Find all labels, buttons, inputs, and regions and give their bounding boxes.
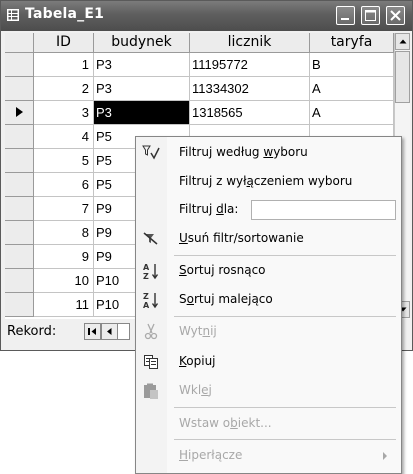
select-all-corner[interactable] xyxy=(5,33,34,53)
cell-licznik[interactable]: 1318565 xyxy=(190,101,310,125)
cell-id[interactable]: 10 xyxy=(34,269,94,293)
context-menu: Filtruj według wyboru Filtruj z wyłączen… xyxy=(135,136,402,474)
sort-ascending-icon: A Z xyxy=(143,263,159,280)
title-bar[interactable]: Tabela_E1 xyxy=(1,1,412,31)
column-header-id[interactable]: ID xyxy=(34,33,94,53)
cell-id[interactable]: 11 xyxy=(34,293,94,317)
filter-selection-icon xyxy=(142,145,160,160)
cell-id[interactable]: 2 xyxy=(34,77,94,101)
menu-separator xyxy=(174,439,396,440)
menu-separator xyxy=(174,316,396,317)
svg-text:A: A xyxy=(143,263,150,272)
menu-item-paste[interactable]: Wklej xyxy=(136,377,401,405)
svg-text:Z: Z xyxy=(143,292,149,301)
menu-separator xyxy=(174,255,396,256)
row-selector[interactable] xyxy=(5,53,34,77)
minimize-icon xyxy=(341,18,349,20)
record-label: Rekord: xyxy=(7,324,57,339)
cell-budynek[interactable]: P3 xyxy=(94,101,190,125)
datasheet-icon xyxy=(7,9,19,21)
maximize-icon xyxy=(365,10,376,21)
menu-item-sort-descending[interactable]: Z A Sortuj malejąco xyxy=(136,286,401,314)
scissors-icon xyxy=(144,323,158,340)
cell-licznik[interactable]: 11334302 xyxy=(190,77,310,101)
menu-item-hyperlink[interactable]: Hiperłącze xyxy=(136,442,401,470)
paste-icon xyxy=(144,383,158,399)
menu-separator xyxy=(174,407,396,408)
cell-budynek[interactable]: P3 xyxy=(94,53,190,77)
cell-id[interactable]: 8 xyxy=(34,221,94,245)
first-record-button[interactable] xyxy=(84,323,101,340)
cell-taryfa[interactable]: B xyxy=(310,53,394,77)
scroll-thumb[interactable] xyxy=(395,51,410,103)
column-header-budynek[interactable]: budynek xyxy=(94,33,190,53)
sort-descending-icon: Z A xyxy=(143,292,159,309)
cell-id[interactable]: 7 xyxy=(34,197,94,221)
previous-record-icon xyxy=(107,328,112,335)
scroll-up-button[interactable] xyxy=(395,33,410,50)
cell-id[interactable]: 9 xyxy=(34,245,94,269)
svg-text:A: A xyxy=(143,301,150,309)
submenu-arrow-icon xyxy=(383,452,387,460)
minimize-button[interactable] xyxy=(336,6,355,25)
menu-item-filter-excluding-selection[interactable]: Filtruj z wyłączeniem wyboru xyxy=(136,168,401,196)
row-selector[interactable] xyxy=(5,221,34,245)
row-selector[interactable] xyxy=(5,245,34,269)
copy-icon xyxy=(144,355,158,369)
menu-item-sort-ascending[interactable]: A Z Sortuj rosnąco xyxy=(136,257,401,285)
row-selector[interactable] xyxy=(5,125,34,149)
cell-id[interactable]: 6 xyxy=(34,173,94,197)
window-title: Tabela_E1 xyxy=(25,6,105,22)
menu-item-cut[interactable]: Wytnij xyxy=(136,318,401,346)
maximize-button[interactable] xyxy=(361,6,380,25)
menu-item-filter-for: Filtruj dla: xyxy=(136,196,401,224)
cell-taryfa[interactable]: A xyxy=(310,101,394,125)
menu-item-filter-by-selection[interactable]: Filtruj według wyboru xyxy=(136,139,401,167)
record-number-field[interactable] xyxy=(118,323,130,340)
menu-item-copy[interactable]: Kopiuj xyxy=(136,348,401,376)
cell-id[interactable]: 3 xyxy=(34,101,94,125)
svg-text:Z: Z xyxy=(143,272,149,280)
row-selector[interactable] xyxy=(5,269,34,293)
row-selector[interactable] xyxy=(5,101,34,125)
up-arrow-icon xyxy=(399,39,407,44)
menu-item-remove-filter[interactable]: Usuń filtr/sortowanie xyxy=(136,225,401,253)
column-header-taryfa[interactable]: taryfa xyxy=(310,33,394,53)
close-button[interactable] xyxy=(386,6,405,25)
row-pointer-icon xyxy=(16,107,23,117)
column-header-licznik[interactable]: licznik xyxy=(190,33,310,53)
cell-licznik[interactable]: 11195772 xyxy=(190,53,310,77)
cell-id[interactable]: 5 xyxy=(34,149,94,173)
first-record-icon xyxy=(88,328,96,335)
close-icon xyxy=(390,10,401,21)
menu-item-insert-object[interactable]: Wstaw obiekt... xyxy=(136,410,401,438)
cell-id[interactable]: 1 xyxy=(34,53,94,77)
row-selector[interactable] xyxy=(5,293,34,317)
remove-filter-icon xyxy=(143,232,158,245)
previous-record-button[interactable] xyxy=(101,323,118,340)
filter-for-input[interactable] xyxy=(251,200,396,220)
cell-budynek[interactable]: P3 xyxy=(94,77,190,101)
row-selector[interactable] xyxy=(5,197,34,221)
row-selector[interactable] xyxy=(5,173,34,197)
cell-id[interactable]: 4 xyxy=(34,125,94,149)
row-selector[interactable] xyxy=(5,149,34,173)
row-selector[interactable] xyxy=(5,77,34,101)
cell-taryfa[interactable]: A xyxy=(310,77,394,101)
